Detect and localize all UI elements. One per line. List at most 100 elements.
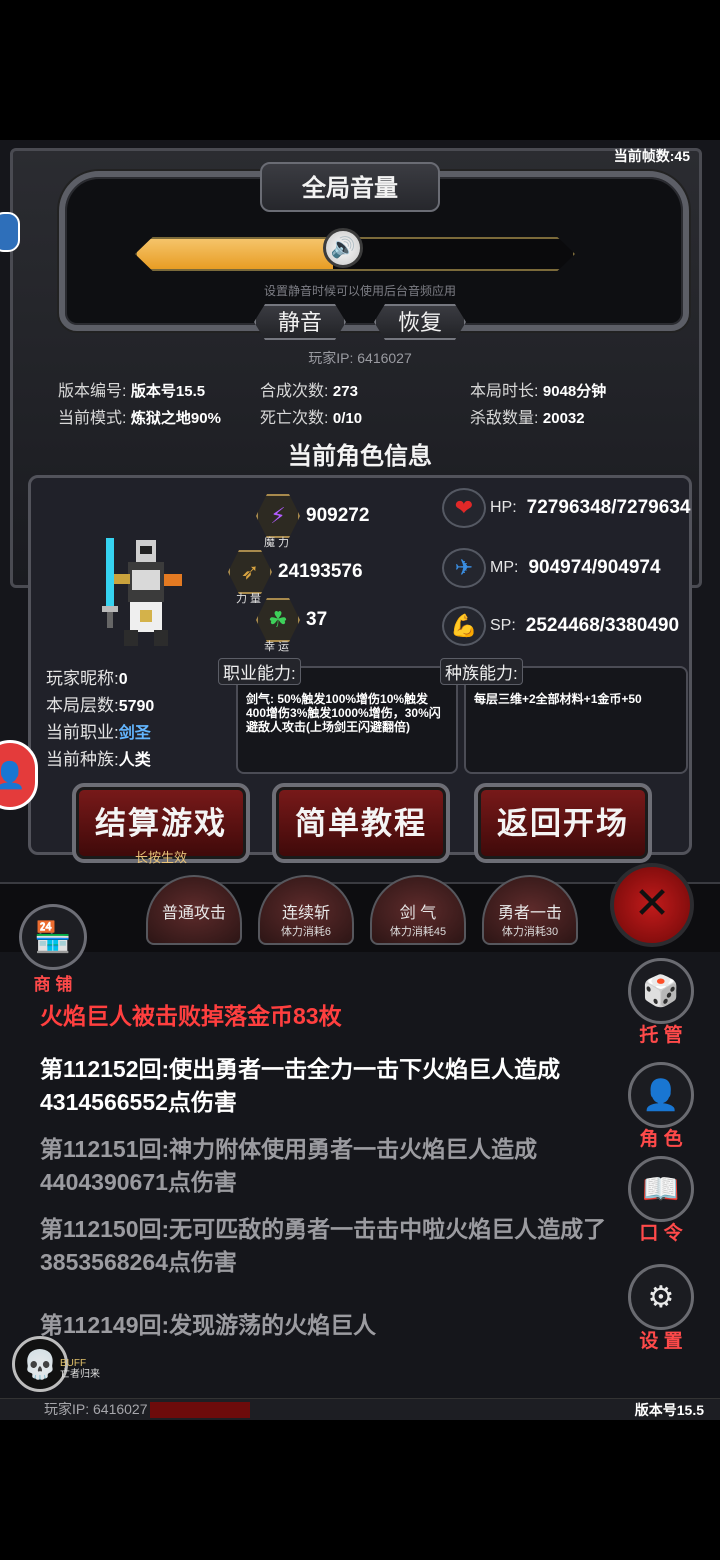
floating-badge-icon[interactable] xyxy=(0,212,20,252)
mp-row: ✈ MP: 904974/904974 xyxy=(442,548,661,588)
hp-value: 72796348/7279634 xyxy=(526,497,691,518)
skill-name: 勇者一击 xyxy=(497,905,562,922)
luck-attr: ☘ 37 xyxy=(256,598,327,642)
game-screen: 当前帧数:45 全局音量 🔊 设置静音时候可以使用后台音频应用 静音 恢复 玩家… xyxy=(0,140,720,1420)
version-label: 版本编号: xyxy=(58,383,127,400)
volume-slider-fill xyxy=(137,239,334,269)
clover-icon: ☘ xyxy=(256,598,300,642)
log-entry: 第112152回:使出勇者一击全力一击下火焰巨人造成4314566552点伤害 xyxy=(40,1056,561,1115)
player-ip: 玩家IP: 6416027 xyxy=(308,350,412,366)
class-label: 当前职业: xyxy=(46,723,119,742)
player-info: 玩家昵称:0 本局层数:5790 当前职业:剑圣 当前种族:人类 xyxy=(46,666,154,774)
stats-middle: 合成次数: 273 死亡次数: 0/10 xyxy=(260,378,362,432)
shop-label: 商 铺 xyxy=(33,975,73,994)
strength-attr: ➶ 24193576 xyxy=(228,550,363,594)
magic-caption: 魔 力 xyxy=(264,537,290,549)
version-value: 版本号15.5 xyxy=(130,383,206,400)
skill-name: 连续斩 xyxy=(281,905,330,922)
floor-value: 5790 xyxy=(118,698,155,715)
race-ability-tag: 种族能力: xyxy=(440,658,523,685)
kills-label: 杀敌数量: xyxy=(470,410,539,427)
role-label: 角 色 xyxy=(639,1129,683,1150)
role-button[interactable]: 👤 角 色 xyxy=(626,1062,696,1151)
sp-value: 2524468/3380490 xyxy=(525,615,680,636)
merge-value: 273 xyxy=(332,383,358,400)
hood-icon: 👤 xyxy=(628,1062,694,1128)
merge-label: 合成次数: xyxy=(260,383,329,400)
buff-info: BUFF 亡者归来 xyxy=(60,1358,100,1380)
settings-label: 设 置 xyxy=(639,1331,683,1352)
skill-cost: 体力消耗6 xyxy=(280,926,332,938)
close-icon[interactable]: ✕ xyxy=(610,863,694,947)
hp-row: ❤ HP: 72796348/7279634 xyxy=(442,488,690,528)
tutorial-button[interactable]: 简单教程 xyxy=(272,783,450,863)
sp-row: 💪 SP: 2524468/3380490 xyxy=(442,606,679,646)
time-label: 本局时长: xyxy=(470,383,539,400)
class-value: 剑圣 xyxy=(118,725,151,742)
magic-icon: ⚡ xyxy=(256,494,300,538)
skill-cost: 体力消耗30 xyxy=(501,926,559,938)
back-to-start-button[interactable]: 返回开场 xyxy=(474,783,652,863)
hp-label: HP: xyxy=(490,499,517,516)
battle-log: 火焰巨人被击败掉落金币83枚 第112152回:使出勇者一击全力一击下火焰巨人造… xyxy=(40,1000,610,1356)
shop-icon: 🏪 xyxy=(19,904,87,970)
code-label: 口 令 xyxy=(639,1223,683,1244)
volume-title: 全局音量 xyxy=(260,162,440,212)
code-button[interactable]: 📖 口 令 xyxy=(626,1156,696,1245)
buff-name: 亡者归来 xyxy=(60,1369,100,1380)
stats-left: 版本编号: 版本号15.5 当前模式: 炼狱之地90% xyxy=(58,378,221,432)
auto-label: 托 管 xyxy=(639,1025,683,1046)
sp-label: SP: xyxy=(490,617,516,634)
luck-caption: 幸 运 xyxy=(264,641,290,653)
death-label: 死亡次数: xyxy=(260,410,329,427)
nickname-label: 玩家昵称: xyxy=(46,669,119,688)
race-label: 当前种族: xyxy=(46,750,119,769)
race-value: 人类 xyxy=(118,752,151,769)
luck-value: 37 xyxy=(306,609,328,630)
class-ability-tag: 职业能力: xyxy=(218,658,301,685)
hero-sprite xyxy=(102,538,182,646)
skill-cost: 体力消耗45 xyxy=(389,926,447,938)
log-entry: 火焰巨人被击败掉落金币83枚 xyxy=(40,1003,342,1029)
shop-button[interactable]: 🏪 商 铺 xyxy=(18,904,88,995)
strength-value: 24193576 xyxy=(278,561,363,582)
buff-title: BUFF xyxy=(60,1358,87,1369)
footer-ip: 玩家IP: 6416027 xyxy=(44,1401,148,1417)
floor-label: 本局层数: xyxy=(46,696,119,715)
book-icon: 📖 xyxy=(628,1156,694,1222)
section-title: 当前角色信息 xyxy=(288,443,432,470)
mode-value: 炼狱之地90% xyxy=(130,410,221,427)
skill-name: 普通攻击 xyxy=(161,905,226,922)
race-ability-text: 每层三维+2全部材料+1金币+50 xyxy=(474,692,642,706)
footer-red-bar xyxy=(150,1402,250,1418)
heart-icon: ❤ xyxy=(442,488,486,528)
fps-counter: 当前帧数:45 xyxy=(613,148,690,164)
log-entry: 第112151回:神力附体使用勇者一击火焰巨人造成4404390671点伤害 xyxy=(40,1136,538,1195)
footer-version: 版本号15.5 xyxy=(634,1402,704,1418)
stamina-icon: 💪 xyxy=(442,606,486,646)
magic-value: 909272 xyxy=(306,505,370,526)
mode-label: 当前模式: xyxy=(58,410,127,427)
gear-icon: ⚙ xyxy=(628,1264,694,1330)
time-value: 9048分钟 xyxy=(542,383,607,400)
kills-value: 20032 xyxy=(542,410,585,427)
mana-icon: ✈ xyxy=(442,548,486,588)
death-value: 0/10 xyxy=(332,410,363,427)
speaker-icon[interactable]: 🔊 xyxy=(323,228,363,268)
mute-button[interactable]: 静音 xyxy=(254,304,346,340)
mp-value: 904974/904974 xyxy=(528,557,661,578)
arrow-icon: ➶ xyxy=(228,550,272,594)
restore-button[interactable]: 恢复 xyxy=(374,304,466,340)
class-ability-text: 剑气: 50%触发100%增伤10%触发400增伤3%触发1000%增伤，30%… xyxy=(246,692,441,734)
auto-button[interactable]: 🎲 托 管 xyxy=(626,958,696,1047)
mp-label: MP: xyxy=(490,559,519,576)
settings-button[interactable]: ⚙ 设 置 xyxy=(626,1264,696,1353)
volume-hint: 设置静音时候可以使用后台音频应用 xyxy=(263,284,456,298)
skill-name: 剑 气 xyxy=(399,905,437,922)
dice-icon: 🎲 xyxy=(628,958,694,1024)
log-entry: 第112149回:发现游荡的火焰巨人 xyxy=(40,1312,377,1338)
log-entry: 第112150回:无可匹敌的勇者一击击中啦火焰巨人造成了3853568264点伤… xyxy=(40,1216,607,1275)
magic-attr: ⚡ 909272 xyxy=(256,494,369,538)
nickname-value: 0 xyxy=(118,671,128,688)
settle-hint: 长按生效 xyxy=(134,850,187,865)
